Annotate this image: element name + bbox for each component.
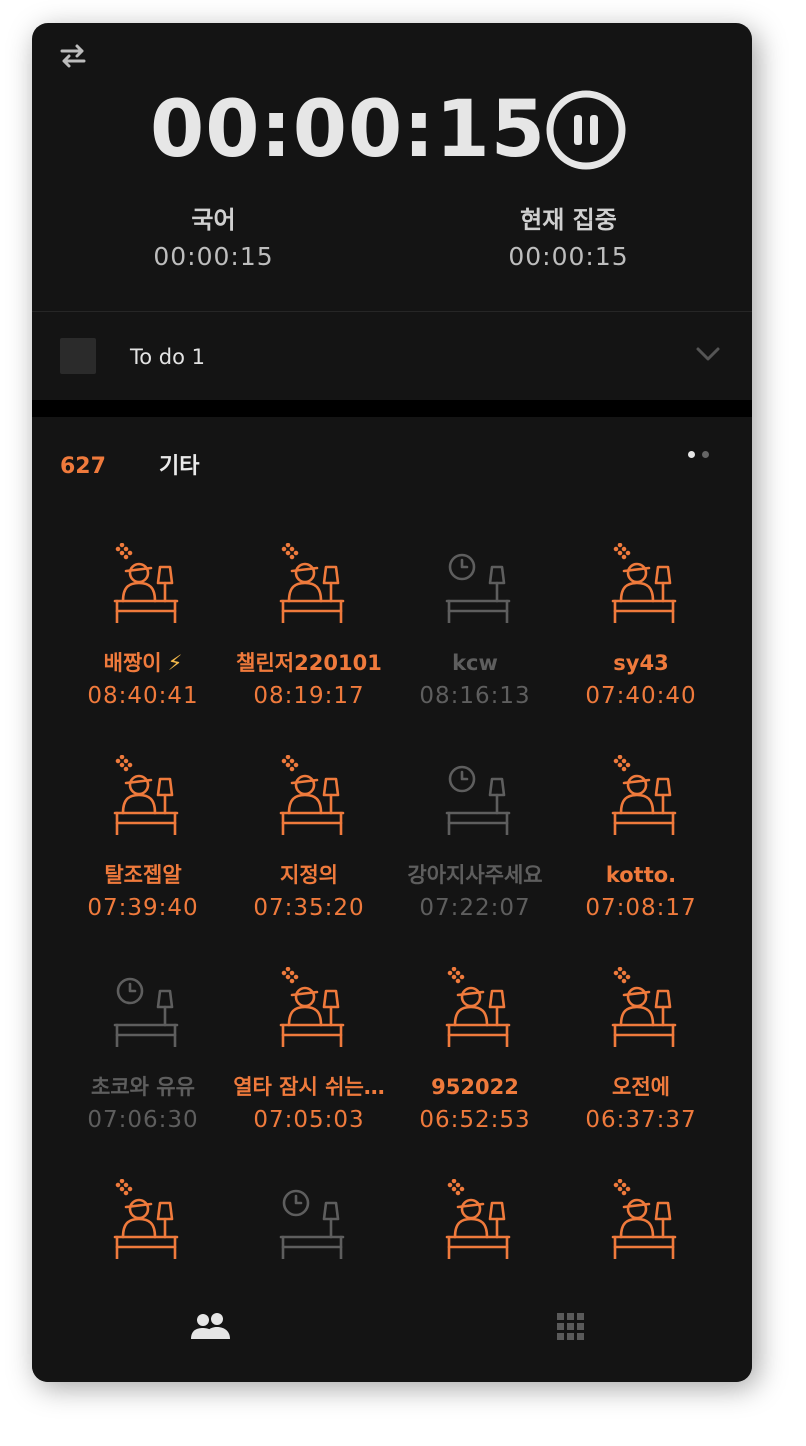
member-name-text: 배짱이	[103, 651, 162, 675]
studying-person-icon	[611, 967, 677, 1047]
subject-time: 00:00:15	[153, 242, 274, 271]
member-name: 952022	[392, 1072, 558, 1102]
swap-arrows-icon[interactable]	[58, 43, 88, 69]
member-name-text: 열타 잠시 쉬는…	[233, 1075, 385, 1099]
member-time: 06:37:37	[585, 1107, 697, 1133]
empty-desk-clock-icon	[279, 1189, 345, 1259]
subject-label: 국어	[191, 206, 236, 234]
member-name: 오전에	[558, 1072, 724, 1102]
member-name-text: kcw	[452, 651, 498, 675]
people-icon[interactable]	[190, 1311, 232, 1341]
member-card[interactable]: 강아지사주세요 07:22:07	[392, 745, 558, 957]
member-card[interactable]: 챌린저220101 08:19:17	[226, 533, 392, 745]
member-time: 07:22:07	[419, 895, 531, 921]
member-card[interactable]	[226, 1169, 392, 1280]
focus-time: 00:00:15	[508, 242, 629, 271]
member-time: 07:05:03	[253, 1107, 365, 1133]
member-time: 07:40:40	[585, 683, 697, 709]
studying-person-icon	[113, 755, 179, 835]
lightning-badge-icon: ⚡	[167, 651, 183, 675]
member-time: 08:16:13	[419, 683, 531, 709]
chevron-down-icon[interactable]	[695, 344, 721, 364]
member-name-text: 지정의	[280, 863, 338, 887]
member-name-text: 952022	[431, 1075, 519, 1099]
member-name: 강아지사주세요	[392, 860, 558, 890]
focus-label: 현재 집중	[520, 206, 617, 234]
member-name: kcw	[392, 648, 558, 678]
member-name: 열타 잠시 쉬는…	[226, 1072, 392, 1102]
member-card[interactable]: 오전에 06:37:37	[558, 957, 724, 1169]
member-card[interactable]	[558, 1169, 724, 1280]
member-card[interactable]: kotto. 07:08:17	[558, 745, 724, 957]
member-card[interactable]: sy43 07:40:40	[558, 533, 724, 745]
member-name-text: kotto.	[605, 863, 677, 887]
todo-row[interactable]: To do 1	[32, 312, 752, 401]
studying-person-icon	[279, 755, 345, 835]
empty-desk-clock-icon	[445, 765, 511, 835]
app-window: 00:00:15 국어 00:00:15 현재 집중 00:00:15 To d…	[32, 23, 752, 1382]
page-dot	[702, 451, 709, 458]
member-time: 08:19:17	[253, 683, 365, 709]
main-timer: 00:00:15	[150, 85, 547, 175]
member-name-text: 강아지사주세요	[407, 863, 543, 887]
studying-person-icon	[279, 543, 345, 623]
member-card[interactable]: 초코와 유유 07:06:30	[60, 957, 226, 1169]
member-time: 08:40:41	[87, 683, 199, 709]
member-time: 07:08:17	[585, 895, 697, 921]
member-card[interactable]: 지정의 07:35:20	[226, 745, 392, 957]
group-count: 627	[60, 454, 106, 479]
studying-person-icon	[445, 967, 511, 1047]
member-card[interactable]: 탈조젭알 07:39:40	[60, 745, 226, 957]
member-name: 지정의	[226, 860, 392, 890]
page-dot-active	[688, 451, 695, 458]
grid-icon[interactable]	[556, 1312, 586, 1342]
todo-checkbox[interactable]	[60, 338, 96, 374]
subject-timer[interactable]: 국어 00:00:15	[132, 203, 295, 277]
empty-desk-clock-icon	[445, 553, 511, 623]
member-name: 초코와 유유	[60, 1072, 226, 1102]
member-grid: 배짱이 ⚡ 08:40:41 챌린저220101 08:19:17 kcw 08:16:13…	[32, 533, 752, 1280]
member-time: 06:52:53	[419, 1107, 531, 1133]
member-name: 탈조젭알	[60, 860, 226, 890]
member-card[interactable]	[60, 1169, 226, 1280]
member-name: 챌린저220101	[226, 648, 392, 678]
member-card[interactable]: 952022 06:52:53	[392, 957, 558, 1169]
todo-label: To do 1	[130, 345, 205, 369]
member-name: sy43	[558, 648, 724, 678]
studying-person-icon	[279, 967, 345, 1047]
studying-person-icon	[113, 543, 179, 623]
member-name-text: 탈조젭알	[104, 863, 182, 887]
member-name-text: 초코와 유유	[91, 1075, 195, 1099]
member-name-text: 오전에	[612, 1075, 670, 1099]
pause-circle-icon[interactable]	[545, 89, 627, 171]
section-separator	[32, 400, 752, 417]
studying-person-icon	[611, 543, 677, 623]
studying-person-icon	[445, 1179, 511, 1259]
member-time: 07:39:40	[87, 895, 199, 921]
member-card[interactable]	[392, 1169, 558, 1280]
member-card[interactable]: 열타 잠시 쉬는… 07:05:03	[226, 957, 392, 1169]
empty-desk-clock-icon	[113, 977, 179, 1047]
member-card[interactable]: 배짱이 ⚡ 08:40:41	[60, 533, 226, 745]
bottom-nav	[32, 1280, 752, 1382]
studying-person-icon	[611, 1179, 677, 1259]
studying-person-icon	[113, 1179, 179, 1259]
member-name-text: sy43	[613, 651, 669, 675]
member-name: kotto.	[558, 860, 724, 890]
member-name-text: 챌린저220101	[236, 651, 382, 675]
focus-timer: 현재 집중 00:00:15	[487, 203, 650, 277]
studying-person-icon	[611, 755, 677, 835]
member-name: 배짱이 ⚡	[60, 648, 226, 678]
member-time: 07:35:20	[253, 895, 365, 921]
member-time: 07:06:30	[87, 1107, 199, 1133]
group-name: 기타	[159, 454, 200, 479]
page-indicator	[688, 451, 714, 461]
member-card[interactable]: kcw 08:16:13	[392, 533, 558, 745]
